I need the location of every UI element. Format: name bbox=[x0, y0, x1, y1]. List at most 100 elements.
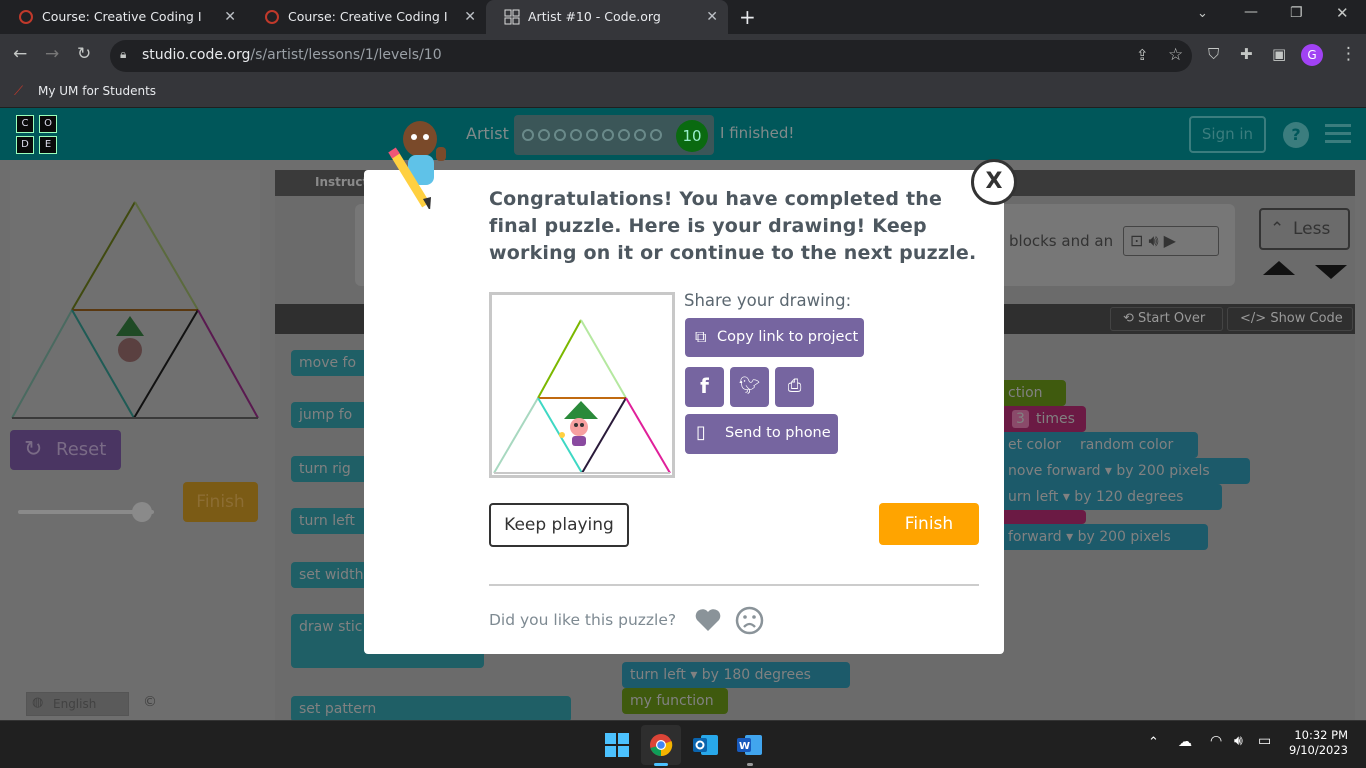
progress-dot[interactable] bbox=[554, 129, 566, 141]
tab-search-icon[interactable]: ⌄ bbox=[1197, 6, 1208, 21]
lock-icon[interactable]: 🔒︎ bbox=[120, 47, 126, 62]
shield-extension-icon[interactable]: ⛉ bbox=[1208, 45, 1219, 63]
finish-button-background[interactable]: Finish bbox=[183, 482, 258, 522]
less-button[interactable]: ⌃ Less bbox=[1259, 208, 1350, 250]
start-over-button[interactable]: ⟲ Start Over bbox=[1110, 307, 1223, 331]
close-tab-icon[interactable]: ✕ bbox=[706, 0, 718, 34]
active-app-indicator bbox=[654, 763, 668, 766]
menu-kebab-icon[interactable]: ⋮ bbox=[1340, 44, 1357, 64]
turn180-value[interactable]: 180 bbox=[723, 667, 750, 683]
scroll-down-icon[interactable] bbox=[1315, 265, 1347, 279]
progress-dot[interactable] bbox=[602, 129, 614, 141]
windows-start-icon[interactable] bbox=[605, 733, 629, 757]
battery-icon[interactable]: ▭ bbox=[1258, 733, 1271, 749]
send-to-phone-button[interactable]: ▯ Send to phone bbox=[685, 414, 838, 454]
progress-dot[interactable] bbox=[538, 129, 550, 141]
move-distance-value[interactable]: 200 bbox=[1138, 463, 1165, 479]
forward2-unit: pixels bbox=[1130, 529, 1171, 545]
url-path: /s/artist/lessons/1/levels/10 bbox=[250, 47, 442, 63]
logo-letter[interactable]: D bbox=[16, 136, 34, 154]
text-to-speech-controls[interactable]: ⊡ 🔊︎ ▶ bbox=[1123, 226, 1219, 256]
sad-face-dislike-icon[interactable] bbox=[735, 606, 764, 635]
facebook-share-icon[interactable]: f bbox=[685, 367, 724, 407]
reset-button[interactable]: ↻ Reset bbox=[10, 430, 121, 470]
tab-title: Course: Creative Coding I bbox=[288, 9, 448, 24]
twitter-share-icon[interactable]: 🐦︎ bbox=[730, 367, 769, 407]
congratulations-message: Congratulations! You have completed the … bbox=[489, 188, 977, 264]
restore-icon[interactable]: ❐ bbox=[1290, 5, 1303, 21]
forward2-value[interactable]: 200 bbox=[1099, 529, 1126, 545]
svg-text:W: W bbox=[739, 741, 750, 752]
browser-tab-bar: Course: Creative Coding I ✕ Course: Crea… bbox=[0, 0, 1366, 34]
toolbox-block-set-pattern[interactable]: set pattern bbox=[291, 696, 571, 720]
help-icon[interactable]: ? bbox=[1283, 122, 1309, 148]
side-panel-icon[interactable]: ▣ bbox=[1272, 45, 1286, 63]
window-close-icon[interactable]: ✕ bbox=[1336, 4, 1349, 22]
finish-button[interactable]: Finish bbox=[879, 503, 979, 545]
volume-icon[interactable]: 🔊︎ bbox=[1234, 733, 1243, 749]
coursera-favicon-icon bbox=[265, 10, 279, 24]
show-hidden-icons-icon[interactable]: ⌃ bbox=[1148, 735, 1159, 750]
url-text[interactable]: studio.code.org/s/artist/lessons/1/level… bbox=[142, 47, 442, 63]
progress-dot[interactable] bbox=[634, 129, 646, 141]
onedrive-icon[interactable]: ☁ bbox=[1178, 734, 1192, 750]
profile-avatar[interactable]: G bbox=[1301, 44, 1323, 66]
close-tab-icon[interactable]: ✕ bbox=[464, 0, 476, 34]
logo-letter[interactable]: E bbox=[39, 136, 57, 154]
word-icon[interactable]: W bbox=[737, 733, 763, 757]
progress-dot[interactable] bbox=[618, 129, 630, 141]
minimize-icon[interactable]: — bbox=[1244, 4, 1258, 20]
logo-letter[interactable]: O bbox=[39, 115, 57, 133]
turn-left-block[interactable]: urn left ▾ by 120 degrees bbox=[1000, 484, 1222, 510]
speed-slider-handle[interactable] bbox=[132, 502, 152, 522]
coursera-favicon-icon bbox=[19, 10, 33, 24]
system-clock[interactable]: 10:32 PM 9/10/2023 bbox=[1284, 728, 1348, 758]
bookmark-star-icon[interactable]: ☆ bbox=[1168, 45, 1183, 65]
hamburger-menu-icon[interactable] bbox=[1325, 124, 1351, 127]
reload-icon[interactable]: ↻ bbox=[77, 44, 91, 64]
clock-date: 9/10/2023 bbox=[1289, 743, 1348, 757]
progress-dot[interactable] bbox=[522, 129, 534, 141]
finished-label[interactable]: I finished! bbox=[720, 124, 794, 142]
print-icon[interactable]: ⎙ bbox=[775, 367, 814, 407]
set-color-block[interactable]: et color random color bbox=[1000, 432, 1198, 458]
function-definition-block[interactable]: ction bbox=[1000, 380, 1066, 406]
dialog-divider bbox=[489, 584, 979, 586]
my-function-call-block[interactable]: my function bbox=[622, 688, 728, 714]
canvas-drawing bbox=[11, 201, 259, 419]
new-tab-icon[interactable]: + bbox=[739, 5, 756, 29]
bookmark-my-um[interactable]: My UM for Students bbox=[38, 84, 156, 98]
browser-tab-active[interactable]: Artist #10 - Code.org ✕ bbox=[486, 0, 728, 34]
turn-left-180-block[interactable]: turn left ▾ by 180 degrees bbox=[622, 662, 850, 688]
back-icon[interactable]: ← bbox=[13, 44, 27, 64]
progress-dot[interactable] bbox=[650, 129, 662, 141]
times-label: times bbox=[1036, 411, 1075, 427]
keep-playing-button[interactable]: Keep playing bbox=[489, 503, 629, 547]
random-color-value[interactable]: random color bbox=[1080, 432, 1173, 458]
turn-angle-value[interactable]: 120 bbox=[1096, 489, 1123, 505]
move-forward-block[interactable]: nove forward ▾ by 200 pixels bbox=[1000, 458, 1250, 484]
repeat-block[interactable]: 3 times bbox=[1000, 406, 1086, 432]
heart-like-icon[interactable] bbox=[694, 607, 722, 633]
close-tab-icon[interactable]: ✕ bbox=[224, 0, 236, 34]
show-code-button[interactable]: </> Show Code bbox=[1227, 307, 1353, 331]
browser-tab[interactable]: Course: Creative Coding I ✕ bbox=[0, 0, 246, 34]
share-icon[interactable]: ⇪ bbox=[1136, 46, 1149, 64]
forward-icon[interactable]: → bbox=[45, 44, 59, 64]
scroll-up-icon[interactable] bbox=[1263, 261, 1295, 275]
copyright-icon[interactable]: © bbox=[143, 694, 157, 710]
bookmarks-bar: ⟋ My UM for Students bbox=[0, 78, 1366, 108]
move-forward-block-2[interactable]: forward ▾ by 200 pixels bbox=[1000, 524, 1208, 550]
repeat-count[interactable]: 3 bbox=[1012, 410, 1029, 428]
copy-link-button[interactable]: ⧉ Copy link to project bbox=[685, 318, 864, 357]
browser-tab[interactable]: Course: Creative Coding I ✕ bbox=[246, 0, 486, 34]
wifi-icon[interactable]: ◠ bbox=[1210, 733, 1222, 749]
current-level-badge[interactable]: 10 bbox=[676, 120, 708, 152]
outlook-icon[interactable] bbox=[693, 733, 719, 757]
progress-dot[interactable] bbox=[570, 129, 582, 141]
logo-letter[interactable]: C bbox=[16, 115, 34, 133]
extensions-icon[interactable]: ✚ bbox=[1240, 45, 1253, 63]
url-host: studio.code.org bbox=[142, 47, 251, 63]
sign-in-button[interactable]: Sign in bbox=[1189, 116, 1266, 153]
progress-dot[interactable] bbox=[586, 129, 598, 141]
